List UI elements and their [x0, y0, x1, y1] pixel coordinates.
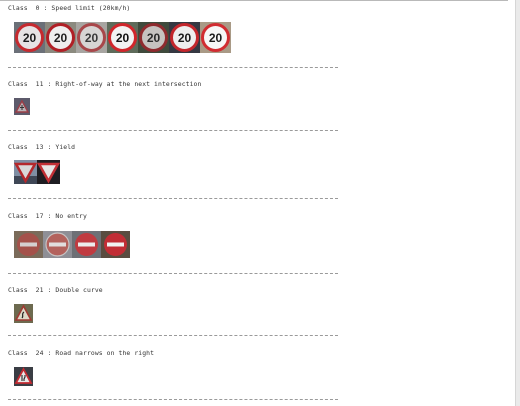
yield-sign-image [14, 160, 37, 184]
svg-text:20: 20 [54, 31, 68, 45]
sample-images [14, 304, 33, 323]
section-separator [8, 335, 338, 336]
section-separator [8, 67, 338, 68]
class-section-24: Class 24 : Road narrows on the right [8, 349, 342, 405]
yield-sign-image [37, 160, 60, 184]
sample-images [14, 98, 30, 115]
class-label: Class 13 : Yield [8, 143, 76, 151]
sample-images [14, 367, 33, 386]
svg-text:20: 20 [85, 31, 99, 45]
vertical-scrollbar[interactable] [515, 0, 520, 406]
class-section-21: Class 21 : Double curve [8, 286, 342, 338]
speed-limit-sign-image: 20 [76, 22, 107, 53]
section-separator [8, 273, 338, 274]
speed-limit-sign-image: 20 [169, 22, 200, 53]
road-narrows-sign-image [14, 367, 33, 386]
double-curve-sign-image [14, 304, 33, 323]
no-entry-sign-image [101, 231, 130, 258]
sample-images [14, 231, 130, 258]
right-of-way-sign-image [14, 98, 30, 115]
class-label: Class 17 : No entry [8, 212, 87, 220]
section-separator [8, 399, 338, 400]
class-label: Class 21 : Double curve [8, 286, 103, 294]
speed-limit-sign-image: 20 [107, 22, 138, 53]
svg-text:20: 20 [147, 31, 161, 45]
no-entry-sign-image [43, 231, 72, 258]
speed-limit-sign-image: 20 [200, 22, 231, 53]
speed-limit-sign-image: 20 [45, 22, 76, 53]
svg-text:20: 20 [116, 31, 130, 45]
class-section-0: Class 0 : Speed limit (20km/h) 20 20 20 [8, 4, 342, 68]
class-label: Class 24 : Road narrows on the right [8, 349, 155, 357]
speed-limit-sign-image: 20 [138, 22, 169, 53]
no-entry-sign-image [14, 231, 43, 258]
class-section-11: Class 11 : Right-of-way at the next inte… [8, 80, 342, 132]
class-label: Class 0 : Speed limit (20km/h) [8, 4, 131, 12]
class-label: Class 11 : Right-of-way at the next inte… [8, 80, 202, 88]
svg-text:20: 20 [209, 31, 223, 45]
class-section-13: Class 13 : Yield [8, 143, 342, 201]
svg-text:20: 20 [23, 31, 37, 45]
speed-limit-sign-image: 20 [14, 22, 45, 53]
class-section-17: Class 17 : No entry [8, 212, 342, 276]
no-entry-sign-image [72, 231, 101, 258]
section-separator [8, 198, 338, 199]
sample-images [14, 160, 60, 184]
top-rule [0, 0, 508, 1]
section-separator [8, 130, 338, 131]
sample-images: 20 20 20 20 20 20 20 [14, 22, 231, 53]
svg-text:20: 20 [178, 31, 192, 45]
